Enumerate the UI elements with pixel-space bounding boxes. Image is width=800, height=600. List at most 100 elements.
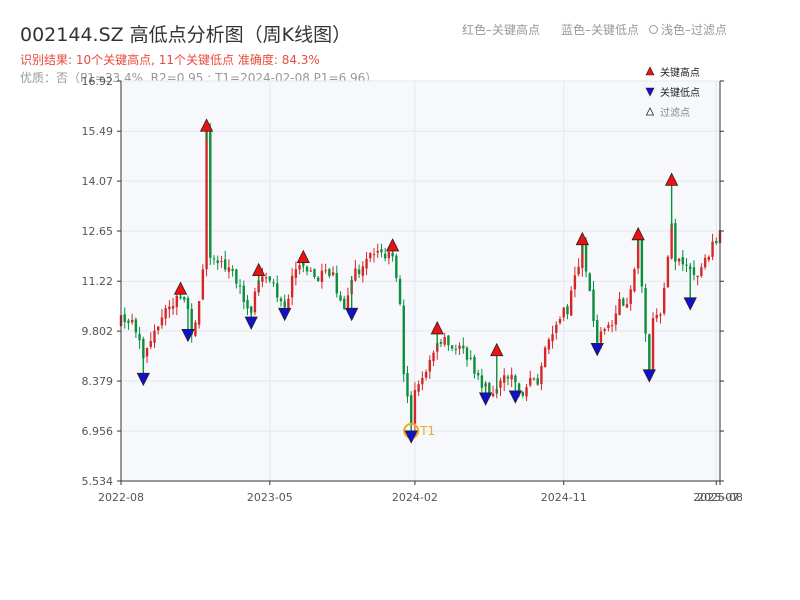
- candle-body: [339, 295, 342, 301]
- candle-body: [395, 255, 398, 278]
- candle-body: [666, 256, 670, 288]
- candle-body: [562, 307, 565, 318]
- candle-body: [532, 378, 536, 380]
- candle-body: [413, 390, 417, 424]
- candle-body: [674, 223, 677, 262]
- candle-body: [157, 326, 160, 331]
- candle-body: [629, 289, 632, 304]
- candle-body: [707, 256, 711, 260]
- candle-body: [715, 240, 718, 244]
- y-tick-label: 14.07: [82, 175, 114, 188]
- candle-body: [428, 359, 432, 372]
- candle-body: [473, 356, 476, 374]
- candle-body: [324, 270, 327, 272]
- candle-body: [264, 277, 268, 279]
- candle-body: [700, 267, 703, 277]
- candle-body: [235, 269, 238, 284]
- candle-body: [521, 391, 525, 396]
- candle-body: [164, 308, 167, 319]
- candle-body: [138, 334, 141, 341]
- candle-body: [450, 345, 454, 349]
- candle-body: [711, 241, 714, 257]
- candle-body: [543, 347, 547, 367]
- candle-body: [320, 270, 324, 283]
- candle-body: [194, 322, 197, 336]
- candle-body: [599, 331, 603, 343]
- candle-body: [142, 338, 145, 359]
- candle-body: [573, 275, 577, 290]
- candle-body: [335, 273, 338, 294]
- candle-body: [462, 345, 465, 349]
- y-tick-label: 5.534: [82, 475, 114, 488]
- candle-body: [365, 258, 368, 269]
- candle-body: [692, 267, 696, 275]
- candle-body: [424, 371, 428, 378]
- candle-body: [491, 393, 495, 397]
- candle-body: [227, 267, 231, 272]
- candle-body: [372, 254, 376, 256]
- candle-body: [316, 277, 320, 282]
- candle-body: [685, 264, 688, 266]
- legend-high-icon: [645, 66, 655, 76]
- candle-body: [651, 318, 655, 370]
- candle-body: [681, 257, 684, 265]
- candle-body: [205, 129, 208, 270]
- candle-body: [547, 339, 551, 350]
- candle-body: [328, 269, 331, 277]
- candle-body: [569, 290, 573, 316]
- candle-body: [421, 378, 424, 385]
- candle-body: [644, 288, 647, 334]
- candle-body: [268, 276, 272, 281]
- candle-body: [506, 376, 510, 379]
- candle-body: [387, 251, 391, 259]
- x-tick-label: 2024-02: [392, 491, 438, 504]
- candle-body: [458, 345, 461, 349]
- candle-body: [331, 272, 335, 276]
- candle-body: [588, 273, 591, 292]
- y-tick-label: 6.956: [82, 425, 114, 438]
- candle-body: [447, 335, 450, 346]
- candle-body: [529, 377, 532, 386]
- candle-body: [662, 287, 666, 314]
- candle-body: [603, 329, 606, 332]
- candle-body: [246, 299, 249, 309]
- candle-body: [659, 314, 662, 316]
- candle-body: [380, 249, 383, 253]
- candle-body: [480, 375, 484, 388]
- candle-body: [305, 266, 309, 272]
- candle-body: [383, 253, 387, 259]
- x-tick-label: 2025-08: [697, 491, 743, 504]
- candle-body: [153, 330, 156, 343]
- candle-body: [242, 285, 245, 302]
- candle-body: [343, 298, 346, 309]
- candle-body: [402, 305, 405, 375]
- candle-body: [313, 268, 316, 277]
- candle-body: [231, 269, 234, 271]
- candle-body: [640, 237, 644, 287]
- candle-body: [369, 253, 372, 259]
- candle-body: [357, 269, 361, 275]
- candle-body: [175, 295, 179, 307]
- candle-body: [212, 258, 216, 260]
- candle-body: [149, 341, 152, 347]
- candle-body: [398, 278, 402, 304]
- candle-body: [499, 380, 502, 388]
- candle-body: [287, 298, 290, 308]
- candle-body: [592, 289, 595, 321]
- candle-body: [253, 291, 257, 313]
- candle-body: [216, 260, 219, 264]
- t1-label: T1: [419, 424, 435, 438]
- candle-body: [503, 375, 506, 383]
- y-tick-label: 12.65: [82, 225, 114, 238]
- candle-body: [566, 306, 569, 315]
- candle-body: [607, 324, 610, 328]
- candle-body: [276, 283, 279, 298]
- candle-body: [577, 266, 580, 275]
- candle-body: [309, 270, 312, 272]
- candle-body: [536, 378, 539, 385]
- candle-body: [346, 295, 350, 309]
- candle-body: [298, 265, 301, 270]
- candle-body: [279, 298, 283, 302]
- candle-body: [558, 319, 562, 323]
- candle-body: [703, 257, 707, 268]
